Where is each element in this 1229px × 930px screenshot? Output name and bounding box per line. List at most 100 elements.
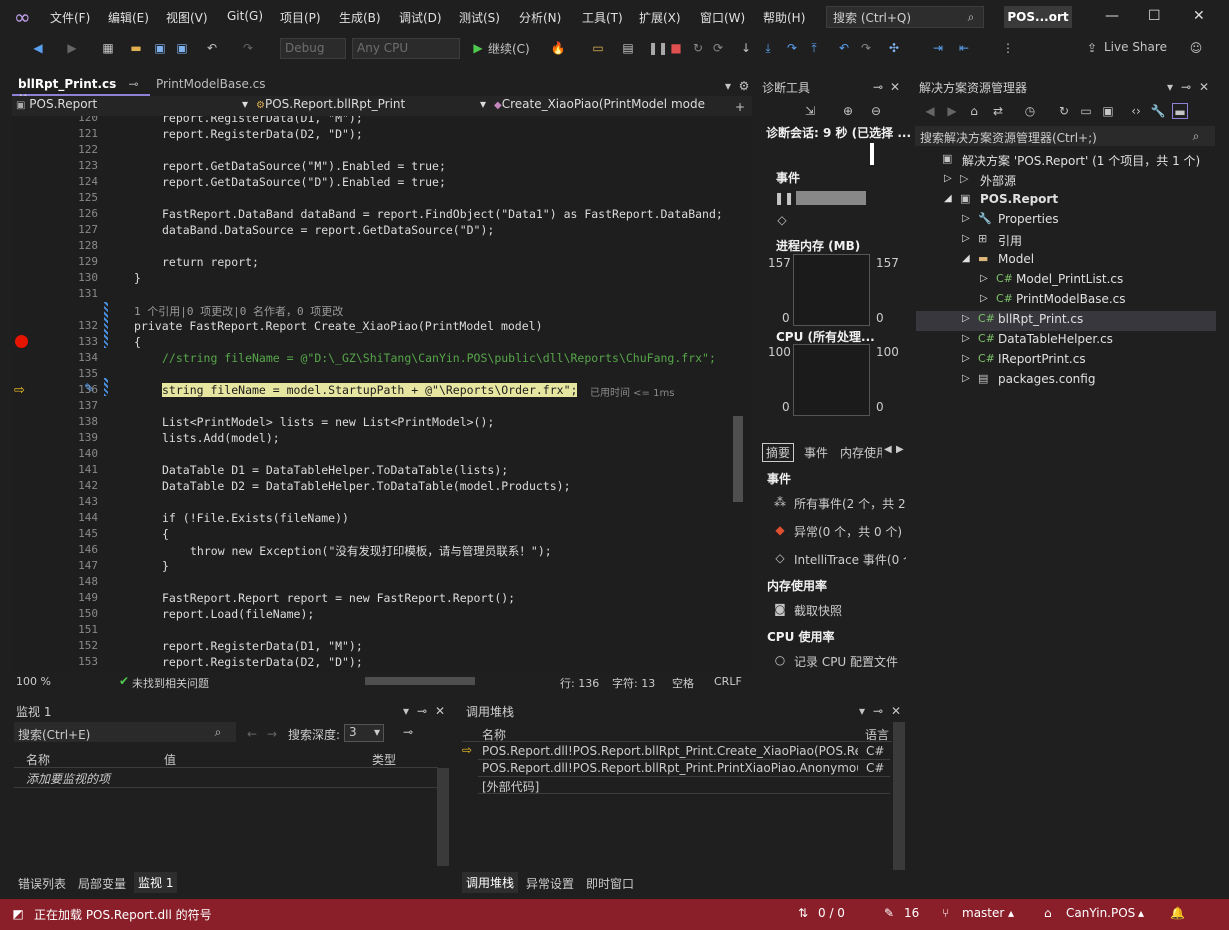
menu-item[interactable]: 编辑(E) (108, 9, 149, 26)
uncomment-icon[interactable]: ⇤ (956, 40, 972, 56)
arrow-left-icon[interactable]: ← (244, 726, 260, 742)
menu-item[interactable]: 测试(S) (459, 9, 500, 26)
solution-tree-item[interactable]: ▷ ⊞ 引用 (916, 231, 1216, 251)
solution-tree-item[interactable]: ▷ ▷ 外部源 (916, 171, 1216, 191)
menu-item[interactable]: 文件(F) (50, 9, 90, 26)
solution-tree-item[interactable]: ▷ ▤ packages.config (916, 371, 1216, 391)
git-repo[interactable]: CanYin.POS (1066, 906, 1135, 920)
solution-tree-item[interactable]: ▷ C# PrintModelBase.cs (916, 291, 1216, 311)
menu-item[interactable]: 视图(V) (166, 9, 208, 26)
back-icon[interactable]: ◀ (922, 103, 938, 119)
chevron-right-icon[interactable]: ▶ (896, 444, 904, 455)
git-branch[interactable]: master (962, 906, 1004, 920)
search-depth-select[interactable]: 3 ▾ (344, 724, 384, 742)
chevron-down-icon[interactable]: ▾ (854, 703, 870, 719)
show-all-files-icon[interactable]: ▣ (1100, 103, 1116, 119)
tab-call-stack[interactable]: 调用堆栈 (462, 872, 519, 893)
code-view-icon[interactable]: ‹› (1128, 103, 1144, 119)
pin-icon[interactable]: ⊸ (414, 703, 430, 719)
step-out-icon[interactable]: ⤒ (806, 40, 822, 56)
callstack-frame[interactable]: POS.Report.dll!POS.Report.bllRpt_Print.P… (482, 761, 858, 775)
redo-icon[interactable]: ↷ (240, 40, 256, 56)
issues-status[interactable]: 未找到相关问题 (132, 675, 209, 691)
expand-chevron-icon[interactable]: ▷ (962, 233, 970, 244)
home-icon[interactable]: ⌂ (966, 103, 982, 119)
search-box[interactable]: 搜索 (Ctrl+Q) ⌕ (826, 6, 984, 28)
expand-chevron-icon[interactable]: ◢ (944, 193, 952, 204)
open-folder-icon[interactable]: ▬ (128, 40, 144, 56)
expand-chevron-icon[interactable]: ▷ (962, 333, 970, 344)
callstack-frame[interactable]: POS.Report.dll!POS.Report.bllRpt_Print.C… (482, 744, 858, 758)
expand-chevron-icon[interactable]: ▷ (980, 293, 988, 304)
hot-reload-icon[interactable]: 🔥 (550, 40, 566, 56)
menu-item[interactable]: 生成(B) (339, 9, 381, 26)
menu-item[interactable]: 扩展(X) (639, 9, 681, 26)
navigate-forward-icon[interactable]: ↷ (858, 40, 874, 56)
expand-chevron-icon[interactable]: ▷ (962, 313, 970, 324)
stop-icon[interactable]: ■ (668, 40, 684, 56)
back-icon[interactable]: ◀ (30, 40, 46, 56)
live-share-button[interactable]: Live Share (1104, 40, 1167, 54)
editor-scrollbar[interactable] (728, 116, 746, 672)
tab-summary[interactable]: 摘要 (762, 443, 795, 462)
pause-icon[interactable]: ❚❚ (648, 40, 668, 56)
preview-icon[interactable]: ▬ (1172, 103, 1188, 119)
expand-chevron-icon[interactable]: ◢ (962, 253, 970, 264)
history-icon[interactable]: ◷ (1022, 103, 1038, 119)
solution-tree-item[interactable]: ▷ C# bllRpt_Print.cs (916, 311, 1216, 331)
zoom-in-icon[interactable]: ⊕ (840, 103, 856, 119)
menu-item[interactable]: 帮助(H) (763, 9, 805, 26)
chevron-left-icon[interactable]: ◀ (884, 444, 892, 455)
menu-item[interactable]: 项目(P) (280, 9, 321, 26)
edit-pencil-icon[interactable]: ✎ (84, 381, 94, 395)
menu-item[interactable]: 窗口(W) (700, 9, 745, 26)
switch-views-icon[interactable]: ⇄ (990, 103, 1006, 119)
settings-gear-icon[interactable]: ⚙ (736, 78, 752, 94)
collapse-all-icon[interactable]: ▭ (1078, 103, 1094, 119)
arrow-right-icon[interactable]: → (264, 726, 280, 742)
tab-immediate-window[interactable]: 即时窗口 (586, 875, 634, 892)
close-icon[interactable]: ✕ (1196, 79, 1212, 95)
refresh-icon[interactable]: ↻ (1056, 103, 1072, 119)
tab-events[interactable]: 事件 (804, 444, 828, 461)
menu-item[interactable]: 分析(N) (519, 9, 561, 26)
close-icon[interactable]: ✕ (432, 703, 448, 719)
bookmark-icon[interactable]: ⋮ (1000, 40, 1016, 56)
column-number[interactable]: 字符: 13 (612, 675, 655, 691)
scrollbar-thumb[interactable] (733, 416, 743, 502)
pin-icon[interactable]: ⊸ (870, 79, 886, 95)
chevron-down-icon[interactable]: ▾ (1162, 79, 1178, 95)
solution-tree-item[interactable]: ▷ C# DataTableHelper.cs (916, 331, 1216, 351)
close-icon[interactable]: ✕ (887, 79, 903, 95)
folder-icon[interactable]: ▭ (590, 40, 606, 56)
pin-icon[interactable]: ⊸ (129, 77, 139, 91)
configuration-select[interactable]: Debug (280, 38, 346, 59)
changes-count[interactable]: 16 (904, 906, 919, 920)
tab-locals[interactable]: 局部变量 (78, 875, 126, 892)
expand-chevron-icon[interactable]: ▷ (962, 373, 970, 384)
class-nav-dropdown[interactable]: ⚙POS.Report.bllRpt_Print ▾ (256, 97, 488, 115)
line-number[interactable]: 行: 136 (560, 675, 599, 691)
export-icon[interactable]: ⇲ (802, 103, 818, 119)
solution-tree-item[interactable]: ▷ C# Model_PrintList.cs (916, 271, 1216, 291)
exceptions-link[interactable]: 异常(0 个，共 0 个) (794, 523, 902, 540)
minimize-icon[interactable]: — (1105, 8, 1119, 24)
expand-chevron-icon[interactable]: ▷ (962, 213, 970, 224)
expand-chevron-icon[interactable]: ▷ (944, 173, 952, 184)
pin-to-source-icon[interactable]: ⊸ (400, 724, 416, 740)
live-share-icon[interactable]: ⇪ (1084, 40, 1100, 56)
sync-count[interactable]: 0 / 0 (818, 906, 845, 920)
forward-icon[interactable]: ▶ (64, 40, 80, 56)
take-snapshot-button[interactable]: 截取快照 (794, 602, 842, 619)
navigate-back-icon[interactable]: ↶ (836, 40, 852, 56)
chevron-down-icon[interactable]: ▾ (398, 703, 414, 719)
save-all-icon[interactable]: ▣ (174, 40, 190, 56)
line-ending[interactable]: CRLF (714, 675, 742, 688)
continue-button[interactable]: 继续(C) (488, 40, 530, 57)
project-nav-dropdown[interactable]: ▣ POS.Report ▾ (16, 97, 250, 115)
restart-icon[interactable]: ↻ (690, 40, 706, 56)
menu-item[interactable]: Git(G) (227, 9, 263, 23)
tab-bllrpt-print[interactable]: bllRpt_Print.cs ⊸ ✕ (12, 74, 150, 105)
tab-watch-1[interactable]: 监视 1 (134, 872, 178, 893)
maximize-icon[interactable]: ☐ (1148, 8, 1161, 24)
